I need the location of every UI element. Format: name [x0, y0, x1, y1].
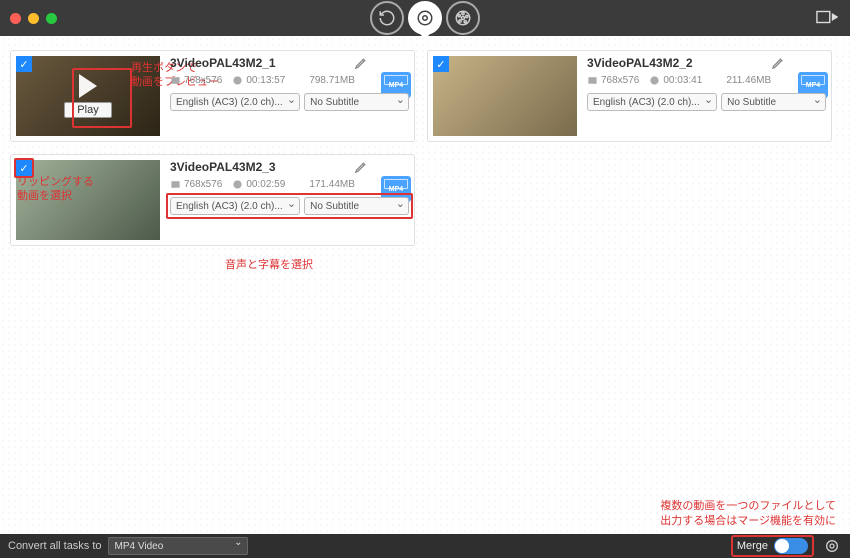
edit-icon[interactable]: [354, 159, 369, 177]
top-mode-tabs: [370, 1, 480, 35]
audio-select[interactable]: English (AC3) (2.0 ch)...: [170, 197, 300, 215]
tab-refresh[interactable]: [370, 1, 404, 35]
output-format-select[interactable]: MP4 Video: [108, 537, 248, 555]
annotation-audio-sub: 音声と字幕を選択: [225, 258, 313, 272]
video-title: 3VideoPAL43M2_2: [587, 56, 826, 70]
annotation-merge: 複数の動画を一つのファイルとして 出力する場合はマージ機能を有効に: [660, 499, 836, 528]
select-checkbox[interactable]: ✓: [433, 56, 449, 72]
video-title: 3VideoPAL43M2_1: [170, 56, 409, 70]
titlebar: [0, 0, 850, 36]
subtitle-select[interactable]: No Subtitle: [304, 197, 409, 215]
edit-icon[interactable]: [771, 55, 786, 73]
settings-icon[interactable]: [822, 536, 842, 556]
close-window[interactable]: [10, 13, 21, 24]
minimize-window[interactable]: [28, 13, 39, 24]
video-card: ✓ リッピングする 動画を選択 3VideoPAL43M2_3 768x576 …: [10, 154, 415, 246]
merge-control: Merge: [731, 535, 814, 557]
queue-icon[interactable]: [816, 8, 838, 29]
audio-select[interactable]: English (AC3) (2.0 ch)...: [587, 93, 717, 111]
video-title: 3VideoPAL43M2_3: [170, 160, 409, 174]
tab-disc[interactable]: [408, 1, 442, 35]
video-thumbnail[interactable]: [16, 160, 160, 240]
subtitle-select[interactable]: No Subtitle: [304, 93, 409, 111]
convert-all-label: Convert all tasks to: [8, 540, 102, 552]
video-stats: 768x576 00:02:59 171.44MB: [170, 179, 409, 190]
window-controls: [10, 13, 57, 24]
select-checkbox[interactable]: ✓: [16, 56, 32, 72]
subtitle-select[interactable]: No Subtitle: [721, 93, 826, 111]
video-thumbnail[interactable]: [433, 56, 577, 136]
merge-label: Merge: [737, 540, 768, 552]
select-checkbox[interactable]: ✓: [16, 160, 32, 176]
audio-select[interactable]: English (AC3) (2.0 ch)...: [170, 93, 300, 111]
video-card: ✓ 3VideoPAL43M2_2 768x576 00:03:41 211.4…: [427, 50, 832, 142]
zoom-window[interactable]: [46, 13, 57, 24]
footer-bar: Convert all tasks to MP4 Video Merge: [0, 534, 850, 558]
video-stats: 768x576 00:13:57 798.71MB: [170, 75, 409, 86]
merge-toggle[interactable]: [774, 538, 808, 554]
annotation-box: [72, 68, 132, 128]
video-card: Play ✓ 再生ボタンで 動画をプレビュー 3VideoPAL43M2_1 7…: [10, 50, 415, 142]
video-list: Play ✓ 再生ボタンで 動画をプレビュー 3VideoPAL43M2_1 7…: [0, 36, 850, 534]
video-stats: 768x576 00:03:41 211.46MB: [587, 75, 826, 86]
edit-icon[interactable]: [354, 55, 369, 73]
tab-film[interactable]: [446, 1, 480, 35]
